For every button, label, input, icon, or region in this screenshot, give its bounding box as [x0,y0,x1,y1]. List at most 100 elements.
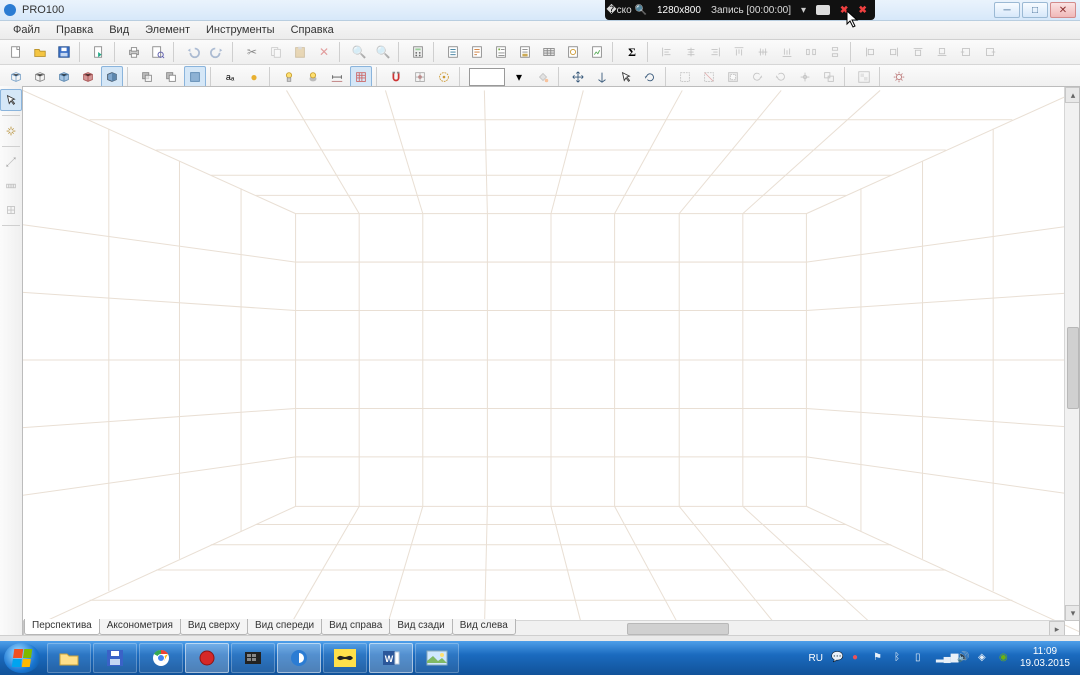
new-button[interactable] [5,41,27,63]
close-button[interactable]: ✕ [1050,2,1076,18]
start-button[interactable] [4,643,40,673]
opacity-off-button[interactable] [160,66,182,88]
align-middle-button[interactable] [752,41,774,63]
menu-help[interactable]: Справка [284,22,341,38]
minimize-button[interactable]: ─ [994,2,1020,18]
view-shaded-button[interactable] [101,66,123,88]
align-right-button[interactable] [704,41,726,63]
recorder-move-icon[interactable]: �ско [613,4,625,16]
taskbar-word[interactable]: W [369,643,413,673]
paste-button[interactable] [289,41,311,63]
export-button[interactable] [88,41,110,63]
mark-tool[interactable] [0,199,22,221]
delete-button[interactable]: ✕ [313,41,335,63]
snap-left-button[interactable] [859,41,881,63]
menu-tools[interactable]: Инструменты [199,22,282,38]
scroll-up-icon[interactable]: ▴ [1065,87,1080,103]
report-5-button[interactable] [538,41,560,63]
tray-chat-icon[interactable]: 💬 [831,652,844,665]
view-textured-button[interactable] [77,66,99,88]
taskbar-explorer[interactable] [47,643,91,673]
sel-none-icon[interactable] [698,66,720,88]
tab-perspective[interactable]: Перспектива [24,619,100,635]
align-left-button[interactable] [656,41,678,63]
taskbar-media[interactable] [231,643,275,673]
snap-bottom-button[interactable] [931,41,953,63]
undo-button[interactable] [182,41,204,63]
tray-wifi-icon[interactable]: ▂▄▆ [936,652,949,665]
view-hidden-button[interactable] [29,66,51,88]
print-button[interactable] [123,41,145,63]
tray-nvidia-icon[interactable]: ◉ [999,652,1012,665]
measure-tool[interactable] [0,151,22,173]
taskbar-chrome[interactable] [139,643,183,673]
calc-button[interactable] [407,41,429,63]
taskbar-pro100[interactable] [277,643,321,673]
menu-edit[interactable]: Правка [49,22,100,38]
move-axis-icon[interactable] [591,66,613,88]
tray-lang[interactable]: RU [808,653,822,664]
view-flat-button[interactable] [53,66,75,88]
tape-tool[interactable] [0,175,22,197]
move-precise-icon[interactable] [794,66,816,88]
redo-button[interactable] [206,41,228,63]
snap-top-button[interactable] [907,41,929,63]
distribute-h-button[interactable] [800,41,822,63]
shadow-button[interactable] [302,66,324,88]
cursor-tool-icon[interactable] [615,66,637,88]
tab-top[interactable]: Вид сверху [180,619,248,635]
fill-button[interactable] [532,66,554,88]
tray-battery-icon[interactable]: ▯ [915,652,928,665]
group-icon[interactable] [853,66,875,88]
recorder-camera-icon[interactable] [816,5,830,15]
cut-button[interactable]: ✂ [241,41,263,63]
rotate-tool-icon[interactable] [639,66,661,88]
tray-record-icon[interactable]: ● [852,652,865,665]
zoom-out-button[interactable]: 🔍 [372,41,394,63]
tab-left[interactable]: Вид слева [452,619,516,635]
tray-volume-icon[interactable]: 🔊 [957,652,970,665]
menu-element[interactable]: Элемент [138,22,197,38]
tab-axonometry[interactable]: Аксонометрия [99,619,181,635]
align-top-button[interactable] [728,41,750,63]
vscroll-thumb[interactable] [1067,327,1079,409]
snap-back-button[interactable] [979,41,1001,63]
scroll-down-icon[interactable]: ▾ [1065,605,1080,621]
align-center-h-button[interactable] [680,41,702,63]
open-button[interactable] [29,41,51,63]
report-2-button[interactable] [466,41,488,63]
light-tool[interactable] [0,120,22,142]
light-button[interactable] [278,66,300,88]
recorder-zoom-icon[interactable]: 🔍 [635,4,647,16]
scale-icon[interactable] [818,66,840,88]
report-7-button[interactable] [586,41,608,63]
tray-shield-icon[interactable]: ◈ [978,652,991,665]
save-button[interactable] [53,41,75,63]
align-bottom-button[interactable] [776,41,798,63]
sel-all-icon[interactable] [674,66,696,88]
report-1-button[interactable] [442,41,464,63]
tray-flag-icon[interactable]: ⚑ [873,652,886,665]
report-6-button[interactable] [562,41,584,63]
copy-button[interactable] [265,41,287,63]
taskbar-bat[interactable] [323,643,367,673]
rotate-cw-icon[interactable] [746,66,768,88]
taskbar-record[interactable] [185,643,229,673]
print-preview-button[interactable] [147,41,169,63]
taskbar-pictures[interactable] [415,643,459,673]
snap-magnet-button[interactable] [385,66,407,88]
snap-center-button[interactable] [433,66,455,88]
bulb-yellow-icon[interactable]: ● [243,66,265,88]
recorder-dropdown-icon[interactable]: ▾ [801,5,806,16]
opacity-on-button[interactable] [136,66,158,88]
sum-button[interactable]: Σ [621,41,643,63]
pointer-tool[interactable] [0,89,22,111]
zoom-in-button[interactable]: 🔍 [348,41,370,63]
material-color-picker[interactable] [469,68,505,86]
snap-grid-button[interactable] [409,66,431,88]
tray-bt-icon[interactable]: ᛒ [894,652,907,665]
sel-invert-icon[interactable] [722,66,744,88]
taskbar-save-icon[interactable] [93,643,137,673]
menu-file[interactable]: Файл [6,22,47,38]
rotate-ccw-icon[interactable] [770,66,792,88]
